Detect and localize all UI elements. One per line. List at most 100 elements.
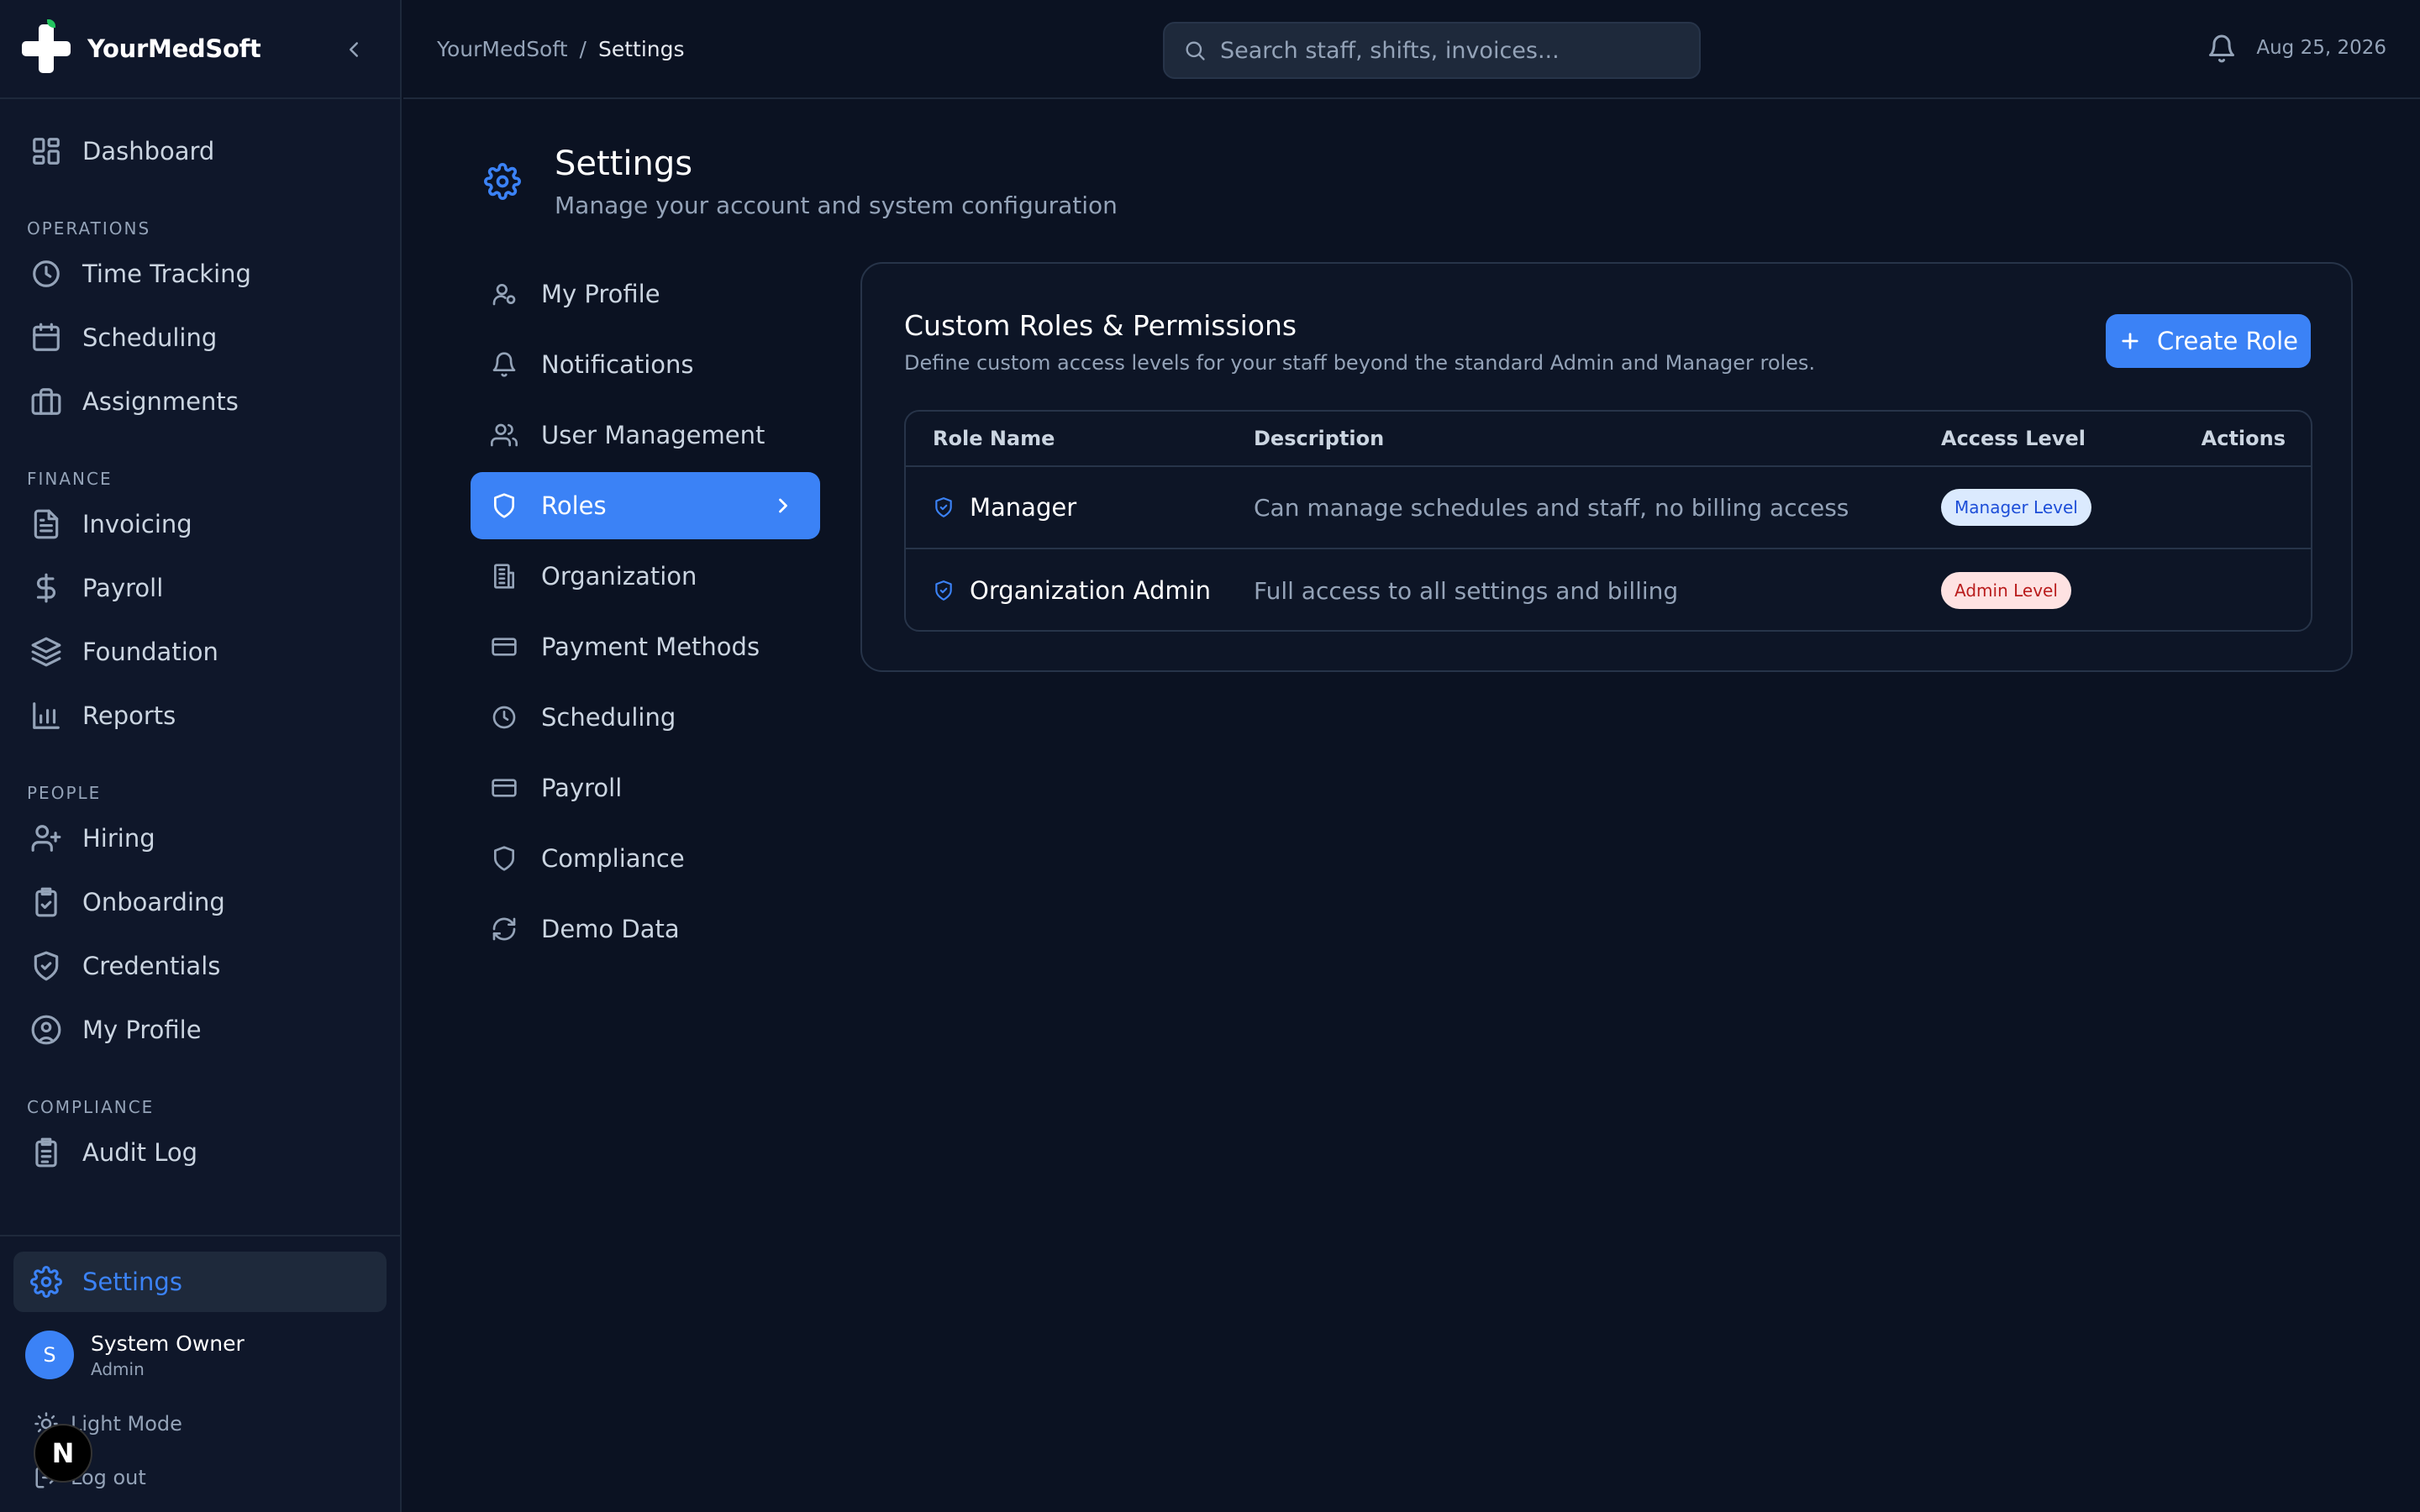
sidebar-item-credentials[interactable]: Credentials	[13, 934, 387, 998]
user-name: System Owner	[91, 1331, 245, 1356]
sidebar-item-settings[interactable]: Settings	[13, 1252, 387, 1312]
column-header-access-level: Access Level	[1941, 427, 2086, 450]
clipboard-list-icon	[30, 1137, 62, 1168]
roles-card: Custom Roles & Permissions Define custom…	[860, 262, 2353, 672]
roles-table: Role Name Description Access Level Actio…	[904, 410, 2312, 632]
access-level-cell: Admin Level	[1941, 572, 2181, 609]
settings-nav-item-my-profile[interactable]: My Profile	[471, 260, 820, 328]
calendar-icon	[30, 322, 62, 354]
breadcrumb-root[interactable]: YourMedSoft	[437, 37, 568, 61]
sidebar-item-scheduling[interactable]: Scheduling	[13, 306, 387, 370]
settings-nav-item-roles[interactable]: Roles	[471, 472, 820, 539]
settings-nav-label: Demo Data	[541, 915, 680, 943]
sidebar-item-label: Hiring	[82, 824, 155, 853]
user-profile[interactable]: S System Owner Admin	[25, 1331, 245, 1379]
brand[interactable]: YourMedSoft	[0, 0, 400, 99]
page-subtitle: Manage your account and system configura…	[555, 192, 1118, 219]
settings-nav-label: Roles	[541, 491, 607, 520]
settings-nav-item-scheduling[interactable]: Scheduling	[471, 684, 820, 751]
settings-nav-item-payment-methods[interactable]: Payment Methods	[471, 613, 820, 680]
sidebar-item-assignments[interactable]: Assignments	[13, 370, 387, 433]
shield-check-icon	[30, 950, 62, 982]
sidebar-item-label: My Profile	[82, 1016, 202, 1044]
create-role-button[interactable]: Create Role	[2106, 314, 2311, 368]
settings-nav-label: My Profile	[541, 280, 660, 308]
sidebar-item-onboarding[interactable]: Onboarding	[13, 870, 387, 934]
sidebar-section-compliance: COMPLIANCE	[27, 1097, 155, 1117]
page-title: Settings	[555, 144, 693, 183]
clipboard-check-icon	[30, 886, 62, 918]
settings-nav: My Profile Notifications User Management Ro…	[471, 260, 820, 966]
table-header: Role Name Description Access Level Actio…	[906, 412, 2311, 467]
sidebar-item-label: Settings	[82, 1268, 182, 1296]
role-name: Organization Admin	[970, 576, 1212, 605]
search-bar[interactable]	[1163, 22, 1701, 79]
sidebar-item-label: Assignments	[82, 387, 239, 416]
settings-nav-item-organization[interactable]: Organization	[471, 543, 820, 610]
settings-nav-label: Payroll	[541, 774, 623, 802]
shield-icon	[491, 492, 518, 519]
settings-nav-item-compliance[interactable]: Compliance	[471, 825, 820, 892]
dev-tools-badge[interactable]: N	[34, 1424, 92, 1483]
settings-nav-item-demo-data[interactable]: Demo Data	[471, 895, 820, 963]
sidebar-item-label: Onboarding	[82, 888, 225, 916]
settings-nav-item-payroll[interactable]: Payroll	[471, 754, 820, 822]
plus-icon	[2118, 329, 2142, 353]
role-name-cell: Manager	[906, 493, 1254, 522]
sidebar-item-invoicing[interactable]: Invoicing	[13, 492, 387, 556]
sidebar-item-time-tracking[interactable]: Time Tracking	[13, 242, 387, 306]
access-level-badge: Admin Level	[1941, 572, 2071, 609]
sidebar-item-foundation[interactable]: Foundation	[13, 620, 387, 684]
chevron-left-icon[interactable]	[341, 37, 366, 62]
sidebar-item-label: Audit Log	[82, 1138, 198, 1167]
access-level-cell: Manager Level	[1941, 489, 2181, 526]
clock-icon	[491, 704, 518, 731]
current-date: Aug 25, 2026	[2256, 37, 2386, 59]
sidebar-item-label: Reports	[82, 701, 176, 730]
table-row[interactable]: Manager Can manage schedules and staff, n…	[906, 467, 2311, 549]
search-icon	[1183, 39, 1207, 62]
sidebar-item-reports[interactable]: Reports	[13, 684, 387, 748]
column-header-role-name: Role Name	[933, 427, 1055, 450]
users-icon	[491, 422, 518, 449]
building-icon	[491, 563, 518, 590]
settings-nav-label: Payment Methods	[541, 633, 760, 661]
sidebar-item-hiring[interactable]: Hiring	[13, 806, 387, 870]
layers-icon	[30, 636, 62, 668]
gear-icon	[484, 163, 521, 200]
sidebar-section-operations: OPERATIONS	[27, 218, 151, 239]
column-header-actions: Actions	[2201, 427, 2286, 450]
brand-name: YourMedSoft	[87, 34, 261, 63]
dollar-icon	[30, 572, 62, 604]
create-role-label: Create Role	[2156, 327, 2299, 355]
light-mode-label: Light Mode	[71, 1412, 182, 1436]
settings-nav-item-notifications[interactable]: Notifications	[471, 331, 820, 398]
breadcrumb-current: Settings	[597, 37, 685, 61]
sidebar-section-finance: FINANCE	[27, 469, 113, 489]
page-header: Settings Manage your account and system …	[484, 144, 1118, 219]
sidebar-item-label: Invoicing	[82, 510, 192, 538]
sidebar-item-payroll[interactable]: Payroll	[13, 556, 387, 620]
settings-nav-item-user-management[interactable]: User Management	[471, 402, 820, 469]
sidebar-item-my-profile[interactable]: My Profile	[13, 998, 387, 1062]
briefcase-icon	[30, 386, 62, 417]
sidebar-item-dashboard[interactable]: Dashboard	[13, 119, 387, 183]
avatar: S	[25, 1331, 74, 1379]
bell-icon[interactable]	[2207, 34, 2237, 64]
role-name-cell: Organization Admin	[906, 576, 1254, 605]
credit-card-icon	[491, 633, 518, 660]
access-level-badge: Manager Level	[1941, 489, 2091, 526]
medical-cross-logo-icon	[22, 19, 71, 73]
bar-chart-icon	[30, 700, 62, 732]
credit-card-icon	[491, 774, 518, 801]
chevron-right-icon	[771, 494, 795, 517]
breadcrumb-separator: /	[579, 37, 587, 61]
table-row[interactable]: Organization Admin Full access to all set…	[906, 549, 2311, 630]
sidebar-item-audit-log[interactable]: Audit Log	[13, 1121, 387, 1184]
card-title: Custom Roles & Permissions	[904, 309, 1297, 342]
sidebar-item-label: Time Tracking	[82, 260, 251, 288]
user-plus-icon	[30, 822, 62, 854]
sidebar: YourMedSoft Dashboard OPERATIONS Time Trac…	[0, 0, 402, 1512]
shield-icon	[491, 845, 518, 872]
search-input[interactable]	[1220, 37, 1691, 64]
